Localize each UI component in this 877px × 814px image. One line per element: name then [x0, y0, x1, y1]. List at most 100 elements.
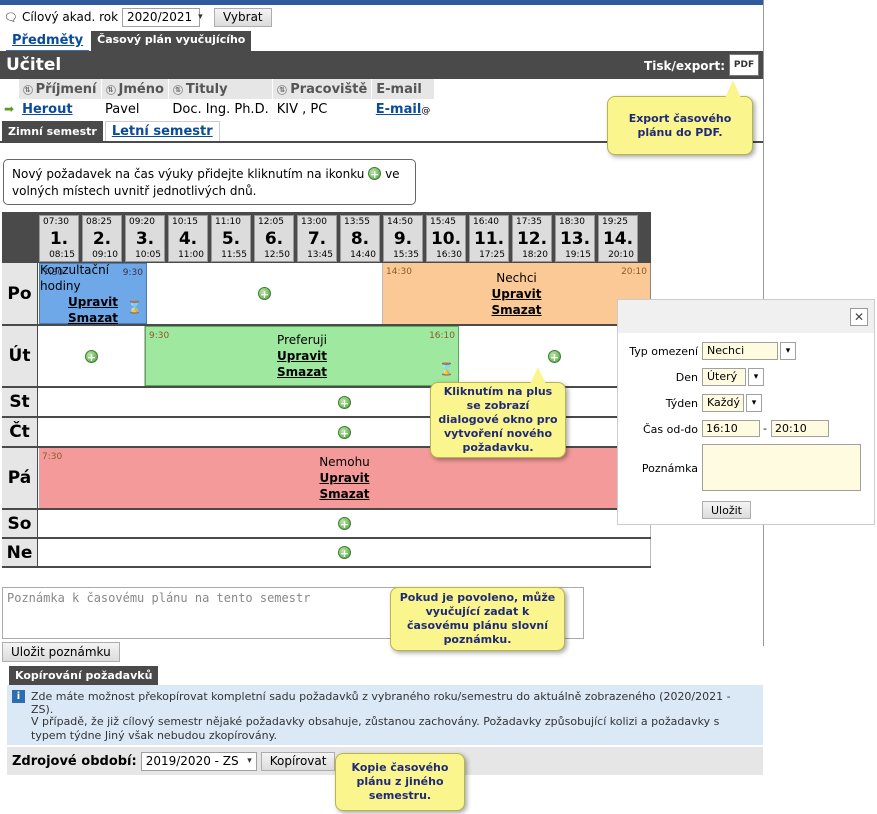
add-request-icon[interactable]: +	[85, 349, 98, 364]
hint-box: Nový požadavek na čas výuky přidejte kli…	[3, 159, 416, 205]
time-slot-header: 19:25 14. 20:10	[598, 215, 638, 262]
callout-pointer	[725, 80, 741, 98]
delete-link[interactable]: Smazat	[68, 310, 118, 326]
day-row-ut: Út + 9:30 16:10 Preferuji Upravit Smazat …	[2, 326, 651, 388]
note-label: Poznámka	[641, 462, 698, 475]
chevron-down-icon: ▾	[247, 756, 252, 766]
edit-link[interactable]: Upravit	[491, 286, 541, 302]
edit-link[interactable]: Upravit	[68, 294, 118, 310]
note-textarea[interactable]	[702, 444, 861, 491]
time-slot-header: 18:30 13. 19:15	[555, 215, 595, 262]
hourglass-icon: ⌛	[439, 362, 454, 376]
info-text-2: V případě, že již cílový semestr nějaké …	[31, 715, 720, 742]
add-request-icon[interactable]: +	[258, 287, 271, 301]
email-link[interactable]: E-mail	[376, 102, 422, 117]
callout-plus: Kliknutím na plus se zobrazí dialogové o…	[430, 382, 566, 458]
source-period-select[interactable]: 2019/2020 - ZS ▾	[140, 751, 257, 771]
time-slot-header: 16:40 11. 17:25	[469, 215, 509, 262]
save-button[interactable]: Uložit	[702, 501, 751, 519]
header-surname[interactable]: ⇅ Příjmení	[18, 79, 102, 99]
delete-link[interactable]: Smazat	[491, 302, 541, 318]
day-select[interactable]: Úterý ▾	[702, 368, 764, 386]
day-row-ne: Ne +	[2, 539, 651, 568]
tab-winter-semester[interactable]: Zimní semestr	[2, 121, 103, 143]
time-from-input[interactable]: 16:10	[702, 420, 760, 437]
delete-link[interactable]: Smazat	[277, 364, 327, 380]
time-slot-header: 13:55 8. 14:40	[340, 215, 380, 262]
day-label: St	[2, 388, 38, 416]
plus-icon: +	[368, 167, 382, 181]
add-request-icon[interactable]: +	[338, 425, 351, 440]
tab-schedule[interactable]: Časový plán vyučujícího	[91, 31, 252, 52]
header-name[interactable]: ⇅ Jméno	[101, 79, 169, 99]
name-cell: Pavel	[105, 101, 140, 117]
source-label: Zdrojové období:	[12, 753, 137, 769]
print-label: Tisk/export:	[644, 59, 725, 73]
time-slot-header: 09:20 3. 10:05	[125, 215, 165, 262]
chevron-down-icon: ▾	[198, 12, 203, 22]
sort-icon: ⇅	[172, 84, 183, 95]
save-note-button[interactable]: Uložit poznámku	[2, 642, 120, 662]
time-slot-header: 15:45 10. 16:30	[426, 215, 466, 262]
edit-link[interactable]: Upravit	[319, 470, 369, 486]
section-title: Učitel	[6, 55, 62, 75]
empty-slot[interactable]: +	[39, 510, 651, 537]
day-label: Den	[675, 371, 698, 384]
chevron-down-icon: ▾	[748, 368, 764, 386]
day-label: Út	[2, 326, 38, 386]
sort-icon: ⇅	[277, 84, 288, 95]
day-row-so: So +	[2, 510, 651, 539]
header-workplace[interactable]: ⇅ Pracoviště	[272, 79, 373, 99]
delete-link[interactable]: Smazat	[319, 486, 369, 502]
section-bar: Učitel Tisk/export: PDF	[0, 51, 763, 79]
time-label: Čas od-do	[642, 423, 698, 436]
callout-copy: Kopie časového plánu z jiného semestru.	[335, 753, 465, 811]
callout-pdf: Export časového plánu do PDF.	[607, 96, 753, 155]
block-nechci: 14:30 20:10 Nechci Upravit Smazat	[383, 263, 651, 324]
empty-slot[interactable]: +	[39, 326, 145, 386]
info-text-1: Zde máte možnost překopírovat kompletní …	[31, 690, 731, 716]
time-slot-header: 12:05 6. 12:50	[254, 215, 294, 262]
pdf-export-icon[interactable]: PDF	[729, 54, 759, 76]
email-icon: @	[421, 105, 431, 116]
time-slot-header: 11:10 5. 11:55	[211, 215, 251, 262]
surname-link[interactable]: Herout	[22, 102, 73, 117]
sort-icon: ⇅	[105, 84, 116, 95]
add-request-icon[interactable]: +	[338, 517, 351, 531]
empty-slot[interactable]: +	[147, 263, 383, 324]
chevron-down-icon: ▾	[780, 342, 796, 360]
empty-slot[interactable]: +	[39, 539, 651, 566]
day-label: Pá	[2, 448, 38, 508]
time-dash: -	[763, 422, 767, 435]
copy-button[interactable]: Kopírovat	[260, 751, 336, 771]
header-titles[interactable]: ⇅ Tituly	[168, 79, 274, 99]
add-request-icon[interactable]: +	[338, 395, 351, 410]
chevron-down-icon: ▾	[746, 394, 762, 412]
year-label: Cílový akad. rok	[21, 10, 119, 24]
table-header-row: ⇅ Příjmení ⇅ Jméno ⇅ Tituly ⇅ Pracoviště E-m…	[0, 79, 435, 99]
time-slot-header: 17:35 12. 18:20	[512, 215, 552, 262]
day-row-po: Po 7:30 9:30 Konzultační hodiny Upravit S…	[2, 263, 651, 326]
grid-header: 07:30 1. 08:15 08:25 2. 09:10 09:20 3. 10:05 10:1…	[2, 212, 651, 263]
semester-tabs: Zimní semestr Letní semestr	[2, 121, 220, 143]
hourglass-icon: ⌛	[127, 300, 142, 314]
year-select[interactable]: 2020/2021 ▾	[122, 7, 203, 27]
edit-link[interactable]: Upravit	[277, 348, 327, 364]
day-label: Ne	[2, 539, 38, 566]
select-button[interactable]: Vybrat	[214, 7, 272, 27]
time-slot-header: 13:00 7. 13:45	[297, 215, 337, 262]
day-label: Čt	[2, 418, 38, 446]
close-icon[interactable]: ✕	[850, 308, 868, 326]
add-request-icon[interactable]: +	[338, 546, 351, 560]
tab-summer-semester[interactable]: Letní semestr	[104, 121, 220, 143]
comment-icon: 🗨	[4, 10, 18, 24]
time-to-input[interactable]: 20:10	[771, 420, 829, 437]
tab-subjects[interactable]: Předměty	[6, 31, 90, 52]
time-slot-header: 14:50 9. 15:35	[383, 215, 423, 262]
day-label: Po	[2, 263, 38, 324]
week-select[interactable]: Každý ▾	[702, 394, 762, 412]
add-request-icon[interactable]: +	[548, 349, 561, 364]
type-select[interactable]: Nechci ▾	[702, 342, 796, 360]
table-row: ➡ Herout Pavel Doc. Ing. Ph.D. KIV , PC …	[0, 99, 434, 119]
top-strip	[0, 0, 763, 5]
